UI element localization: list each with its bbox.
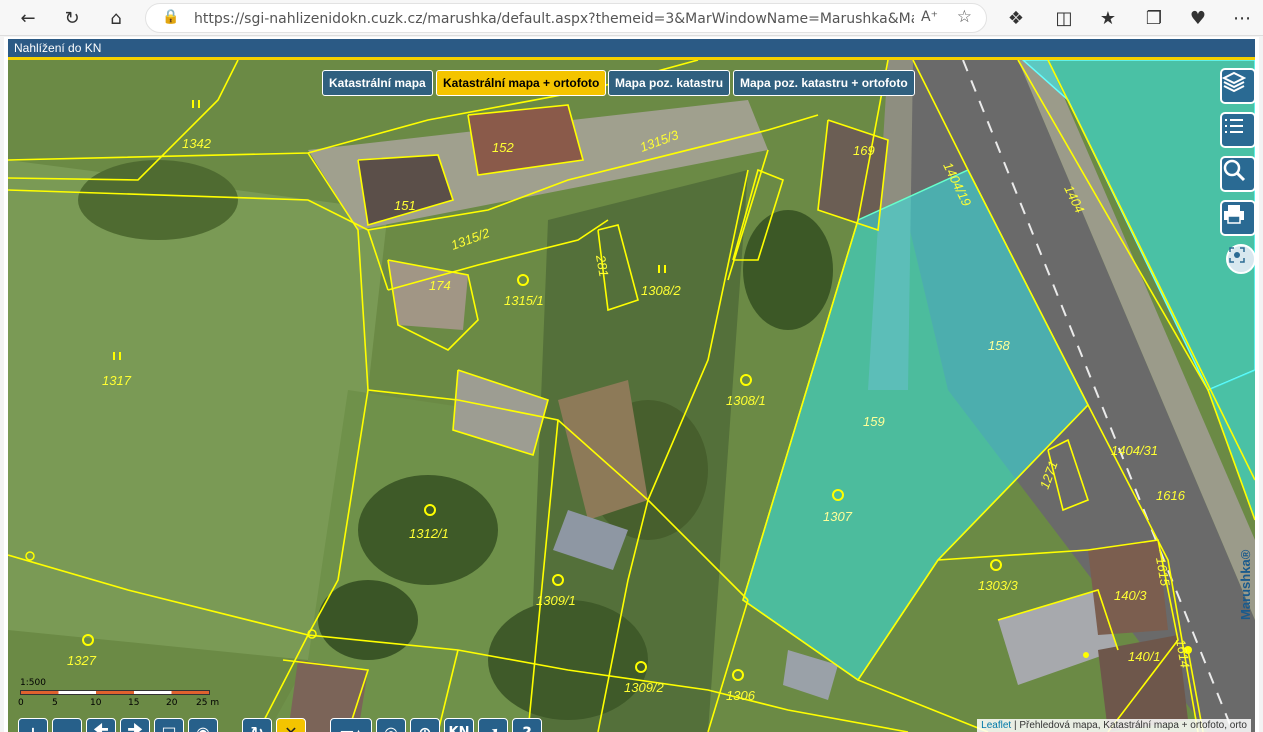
parcel-label-140-3[interactable]: 140/3 bbox=[1114, 588, 1147, 603]
back-icon[interactable]: ← bbox=[14, 4, 42, 32]
split-screen-icon[interactable]: ◫ bbox=[1050, 4, 1078, 32]
lock-icon: 🔒 bbox=[162, 9, 180, 25]
parcel-label-1308-1[interactable]: 1308/1 bbox=[726, 393, 766, 408]
zoom-extent-button[interactable]: □ bbox=[154, 718, 184, 732]
tag-icon: ➚ bbox=[486, 722, 500, 732]
globe-icon: ◉ bbox=[196, 722, 210, 732]
url-text: https://sgi-nahlizenidokn.cuzk.cz/marush… bbox=[194, 11, 914, 27]
scale-ratio: 1:500 bbox=[20, 678, 46, 688]
parcel-label-1309-1[interactable]: 1309/1 bbox=[536, 593, 576, 608]
scale-tick-10: 10 bbox=[90, 698, 102, 708]
favorites-icon[interactable]: ★ bbox=[1094, 4, 1122, 32]
parcel-label-1404-31[interactable]: 1404/31 bbox=[1111, 443, 1158, 458]
marushka-brand: Marushka® bbox=[1238, 549, 1253, 620]
parcel-label-1312-1[interactable]: 1312/1 bbox=[409, 526, 449, 541]
reload-icon[interactable]: ↻ bbox=[58, 4, 86, 32]
info-tag-button[interactable]: ➚ bbox=[478, 718, 508, 732]
scale-graduation bbox=[20, 690, 210, 695]
locate-icon bbox=[1229, 247, 1245, 263]
ruler-icon: ▬▴ bbox=[339, 722, 363, 732]
print-icon bbox=[1224, 205, 1244, 224]
tab-cadastral-map[interactable]: Katastrální mapa bbox=[322, 70, 433, 96]
parcel-label-140-1[interactable]: 140/1 bbox=[1128, 649, 1161, 664]
clear-selection-button[interactable]: ✕ bbox=[276, 718, 306, 732]
tab-land-register-map[interactable]: Mapa poz. katastru bbox=[608, 70, 731, 96]
zoom-out-button[interactable]: − bbox=[52, 718, 82, 732]
arrow-left-icon: 🠈 bbox=[93, 719, 109, 732]
leaflet-link[interactable]: Leaflet bbox=[981, 720, 1011, 731]
scale-tick-0: 0 bbox=[18, 698, 24, 708]
close-icon: ✕ bbox=[284, 722, 298, 732]
scale-tick-25: 25 m bbox=[196, 698, 220, 708]
home-icon[interactable]: ⌂ bbox=[102, 4, 130, 32]
extensions-icon[interactable]: ❖ bbox=[1002, 4, 1030, 32]
tree-clump bbox=[743, 210, 833, 330]
browser-toolbar: ← ↻ ⌂ 🔒 https://sgi-nahlizenidokn.cuzk.c… bbox=[0, 0, 1263, 36]
search-icon bbox=[1223, 159, 1246, 182]
parcel-label-1327[interactable]: 1327 bbox=[67, 653, 97, 668]
parcel-label-1306[interactable]: 1306 bbox=[726, 688, 756, 703]
layers-button[interactable] bbox=[1220, 68, 1255, 104]
parcel-label-1308-2[interactable]: 1308/2 bbox=[641, 283, 682, 298]
parcel-label-1315-1[interactable]: 1315/1 bbox=[504, 293, 544, 308]
pan-back-button[interactable]: 🠈 bbox=[86, 718, 116, 732]
parcel-label-1342[interactable]: 1342 bbox=[182, 136, 212, 151]
gps-button[interactable]: ◎ bbox=[376, 718, 406, 732]
collections-icon[interactable]: ❐ bbox=[1140, 4, 1168, 32]
parcel-label-169[interactable]: 169 bbox=[853, 143, 875, 158]
parcel-label-1317[interactable]: 1317 bbox=[102, 373, 132, 388]
more-menu-icon[interactable]: ⋯ bbox=[1228, 4, 1256, 32]
kn-button[interactable]: KN bbox=[444, 718, 474, 732]
arrow-right-icon: 🠊 bbox=[127, 719, 143, 732]
map-view[interactable]: 1342 152 1315/3 169 151 1315/2 1404/19 1… bbox=[8, 60, 1255, 732]
read-aloud-icon[interactable]: A⁺ bbox=[921, 9, 938, 25]
plus-icon: + bbox=[26, 722, 40, 732]
app-window: Nahlížení do KN 1342 152 1315/3 169 151 … bbox=[4, 37, 1259, 732]
parcel-label-1307[interactable]: 1307 bbox=[823, 509, 853, 524]
parcel-label-1309-2[interactable]: 1309/2 bbox=[624, 680, 665, 695]
attribution-text: | Přehledová mapa, Katastrální mapa + or… bbox=[1011, 720, 1247, 731]
legend-icon bbox=[1225, 119, 1243, 133]
address-bar[interactable]: 🔒 https://sgi-nahlizenidokn.cuzk.cz/maru… bbox=[145, 3, 987, 33]
scale-tick-20: 20 bbox=[166, 698, 178, 708]
minus-icon: − bbox=[60, 722, 74, 732]
tab-land-register-map-orthophoto[interactable]: Mapa poz. katastru + ortofoto bbox=[733, 70, 915, 96]
map-attribution: Leaflet | Přehledová mapa, Katastrální m… bbox=[977, 719, 1251, 732]
parcel-label-158[interactable]: 158 bbox=[988, 338, 1010, 353]
zoom-in-button[interactable]: + bbox=[18, 718, 48, 732]
scale-tick-15: 15 bbox=[128, 698, 140, 708]
measure-button[interactable]: ▬▴ bbox=[330, 718, 372, 732]
map-canvas[interactable]: 1342 152 1315/3 169 151 1315/2 1404/19 1… bbox=[8, 60, 1255, 732]
crosshair-icon: ⊕ bbox=[418, 722, 432, 732]
health-icon[interactable]: ♥ bbox=[1184, 4, 1212, 32]
print-button[interactable] bbox=[1220, 200, 1255, 236]
scale-bar: 1:500 0 5 10 15 20 25 m bbox=[18, 678, 220, 712]
favorite-star-icon[interactable]: ☆ bbox=[957, 7, 972, 27]
help-button[interactable]: ? bbox=[512, 718, 542, 732]
boundary-point bbox=[1083, 652, 1089, 658]
parcel-label-152[interactable]: 152 bbox=[492, 140, 514, 155]
extent-icon: □ bbox=[161, 722, 177, 732]
parcel-label-159[interactable]: 159 bbox=[863, 414, 885, 429]
globe-button[interactable]: ◉ bbox=[188, 718, 218, 732]
locate-button[interactable] bbox=[1226, 244, 1255, 274]
tree-clump bbox=[78, 160, 238, 240]
legend-button[interactable] bbox=[1220, 112, 1255, 148]
parcel-label-1616[interactable]: 1616 bbox=[1156, 488, 1186, 503]
app-title: Nahlížení do KN bbox=[8, 39, 1255, 57]
tree-clump bbox=[318, 580, 418, 660]
refresh-button[interactable]: ↻ bbox=[242, 718, 272, 732]
refresh-icon: ↻ bbox=[250, 722, 264, 732]
layers-icon bbox=[1222, 71, 1246, 93]
gps-icon: ◎ bbox=[384, 722, 398, 732]
parcel-label-1303-3[interactable]: 1303/3 bbox=[978, 578, 1019, 593]
parcel-label-174[interactable]: 174 bbox=[429, 278, 451, 293]
crosshair-button[interactable]: ⊕ bbox=[410, 718, 440, 732]
tab-cadastral-map-orthophoto[interactable]: Katastrální mapa + ortofoto bbox=[436, 70, 607, 96]
pan-forward-button[interactable]: 🠊 bbox=[120, 718, 150, 732]
search-button[interactable] bbox=[1220, 156, 1255, 192]
parcel-label-151[interactable]: 151 bbox=[394, 198, 416, 213]
scale-tick-5: 5 bbox=[52, 698, 58, 708]
